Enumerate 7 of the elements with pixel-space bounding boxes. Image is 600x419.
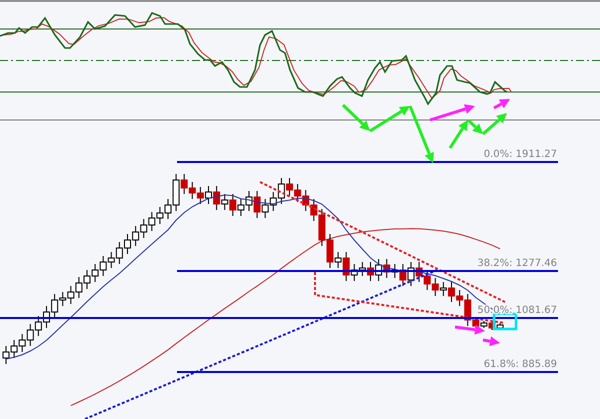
- arrow: [430, 104, 475, 122]
- arrow: [493, 99, 510, 110]
- fib-level-label: 0.0%: 1911.27: [484, 149, 557, 160]
- highlight-box: [492, 312, 518, 330]
- fib-level-label: 61.8%: 885.89: [484, 359, 557, 370]
- zigzag-arrow: [448, 113, 507, 149]
- fib-level-label: 38.2%: 1277.46: [477, 258, 557, 269]
